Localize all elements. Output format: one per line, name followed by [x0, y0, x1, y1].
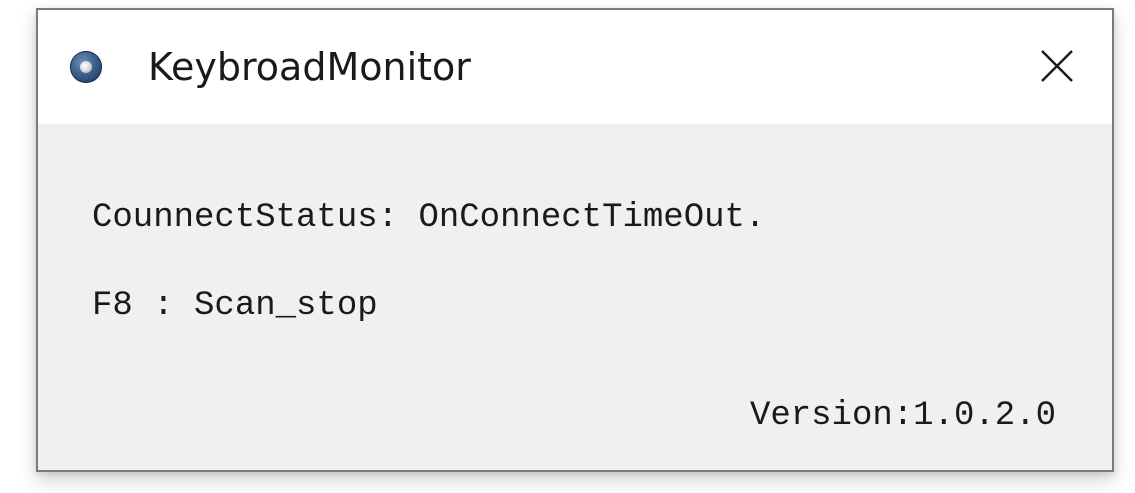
title-bar[interactable]: KeybroadMonitor: [38, 10, 1112, 124]
dialog-window: KeybroadMonitor CounnectStatus: OnConnec…: [36, 8, 1114, 472]
app-disc-icon: [70, 51, 102, 83]
app-icon-lens: [80, 61, 92, 73]
close-button[interactable]: [1002, 10, 1112, 124]
window-title: KeybroadMonitor: [148, 45, 471, 89]
close-icon: [1041, 50, 1073, 82]
connect-status-label: CounnectStatus: OnConnectTimeOut.: [92, 199, 766, 237]
screen: KeybroadMonitor CounnectStatus: OnConnec…: [0, 0, 1135, 493]
dialog-content: CounnectStatus: OnConnectTimeOut. F8 : S…: [38, 124, 1112, 470]
hotkey-label: F8 : Scan_stop: [92, 287, 378, 325]
version-label: Version:1.0.2.0: [749, 397, 1056, 435]
